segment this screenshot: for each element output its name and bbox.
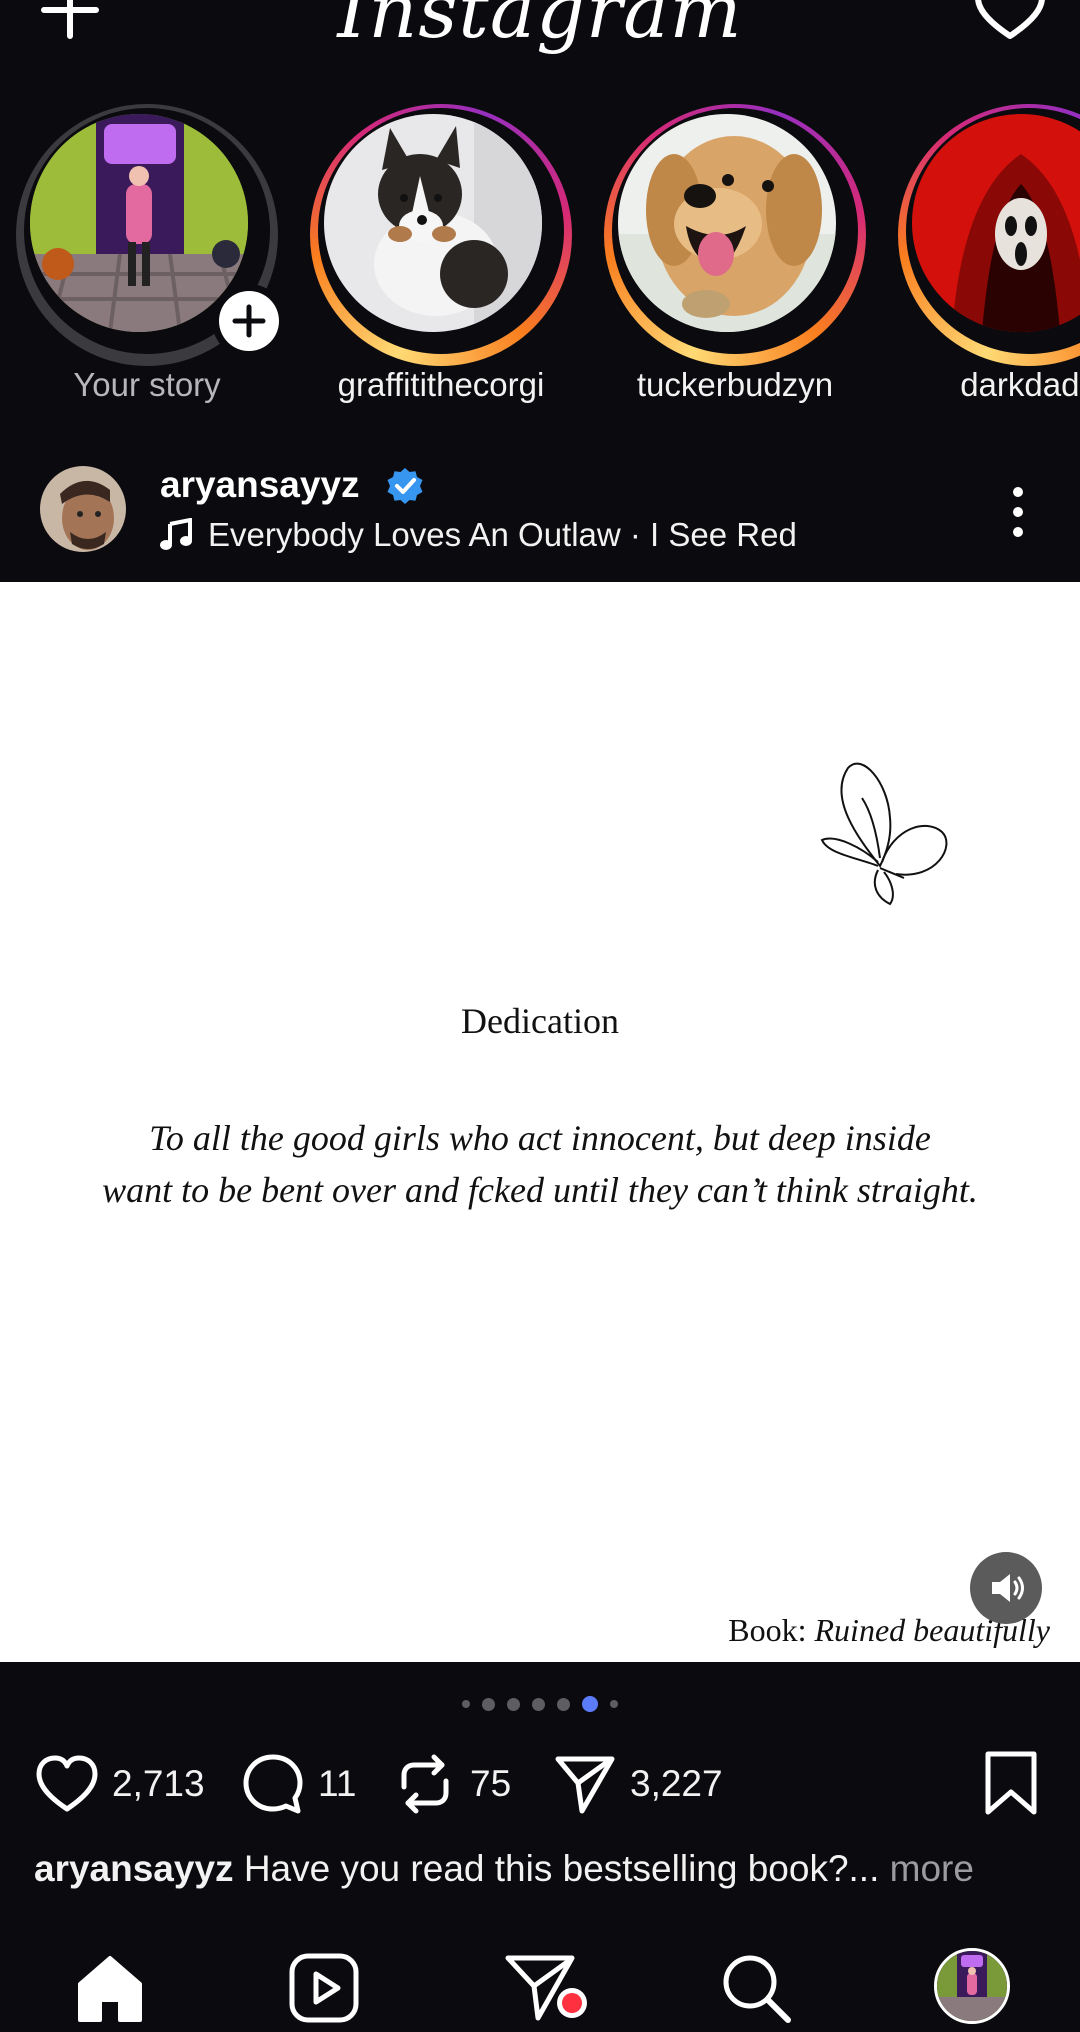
- author-avatar[interactable]: [40, 466, 126, 552]
- repost-icon: [401, 1754, 449, 1814]
- heart-icon: [36, 1755, 98, 1812]
- verified-badge-icon: [387, 468, 423, 504]
- carousel-dot: [462, 1700, 470, 1708]
- caption-username[interactable]: aryansayyz: [34, 1848, 234, 1889]
- post-header: aryansayyz Everybody Loves An Outlaw · I…: [0, 440, 1080, 582]
- carousel-dot: [507, 1697, 520, 1711]
- notification-dot: [557, 1988, 587, 2018]
- story-name: Your story: [73, 366, 221, 403]
- story-tuckerbudzyn[interactable]: tuckerbudzyn: [604, 100, 866, 420]
- carousel-dot-active: [582, 1696, 598, 1712]
- search-icon[interactable]: [718, 1950, 794, 2026]
- profile-avatar[interactable]: [934, 1948, 1010, 2024]
- audio-track-link[interactable]: Everybody Loves An Outlaw · I See Red: [160, 516, 797, 554]
- send-icon: [555, 1756, 615, 1814]
- author-username[interactable]: aryansayyz: [160, 464, 360, 506]
- carousel-dot: [557, 1697, 570, 1711]
- share-count: 3,227: [630, 1763, 723, 1804]
- add-story-button[interactable]: [212, 284, 286, 358]
- carousel-indicator: [0, 1696, 1080, 1712]
- carousel-dot: [482, 1697, 495, 1711]
- bottom-navigation: [0, 1940, 1080, 2032]
- bookmark-icon[interactable]: [980, 1750, 1042, 1816]
- story-name: graffitithecorgi: [337, 366, 545, 403]
- more-options-icon[interactable]: [1000, 484, 1036, 540]
- carousel-dot: [532, 1697, 545, 1711]
- repost-count: 75: [470, 1763, 512, 1804]
- story-avatar: [324, 114, 542, 332]
- story-graffitithecorgi[interactable]: graffitithecorgi: [310, 100, 572, 420]
- heart-icon[interactable]: [972, 0, 1048, 42]
- story-name: darkdadd: [960, 366, 1080, 403]
- like-button[interactable]: 2,713: [34, 1744, 205, 1824]
- story-avatar: [618, 114, 836, 332]
- carousel-dot: [610, 1700, 618, 1708]
- top-app-bar: Instagram: [0, 0, 1080, 100]
- comment-count: 11: [318, 1763, 357, 1804]
- share-button[interactable]: 3,227: [552, 1744, 723, 1824]
- dedication-line: want to be bent over and fcked until the…: [102, 1170, 978, 1210]
- dedication-text: To all the good girls who act innocent, …: [0, 1112, 1080, 1216]
- reels-icon[interactable]: [286, 1950, 362, 2026]
- post-media[interactable]: Dedication To all the good girls who act…: [0, 582, 1080, 1662]
- caption-more-link[interactable]: more: [890, 1848, 974, 1889]
- post-caption[interactable]: aryansayyz Have you read this bestsellin…: [34, 1848, 974, 1890]
- book-prefix: Book:: [728, 1612, 807, 1648]
- comment-icon: [243, 1754, 303, 1814]
- home-icon[interactable]: [72, 1950, 148, 2026]
- stories-tray: Your story graffitithecorgi tuckerbudzyn…: [0, 100, 1080, 420]
- story-your-story[interactable]: Your story: [16, 100, 286, 420]
- comment-button[interactable]: 11: [240, 1744, 356, 1824]
- dedication-line: To all the good girls who act innocent, …: [149, 1118, 931, 1158]
- story-avatar: [30, 114, 248, 332]
- post-actions: 2,713 11 75 3,227: [0, 1744, 1080, 1824]
- sound-toggle-button[interactable]: [970, 1552, 1042, 1624]
- story-name: tuckerbudzyn: [636, 366, 834, 403]
- speaker-icon: [992, 1574, 1024, 1602]
- dedication-title: Dedication: [461, 1001, 619, 1041]
- audio-track-label: Everybody Loves An Outlaw · I See Red: [208, 516, 797, 553]
- music-note-icon: [160, 518, 192, 550]
- plus-icon: [232, 304, 266, 338]
- repost-button[interactable]: 75: [392, 1744, 511, 1824]
- story-darkdadd[interactable]: darkdadd: [898, 100, 1080, 420]
- like-count: 2,713: [112, 1763, 205, 1804]
- caption-text: Have you read this bestselling book?...: [243, 1848, 880, 1889]
- butterfly-illustration: [820, 762, 948, 906]
- app-logo: Instagram: [337, 0, 743, 55]
